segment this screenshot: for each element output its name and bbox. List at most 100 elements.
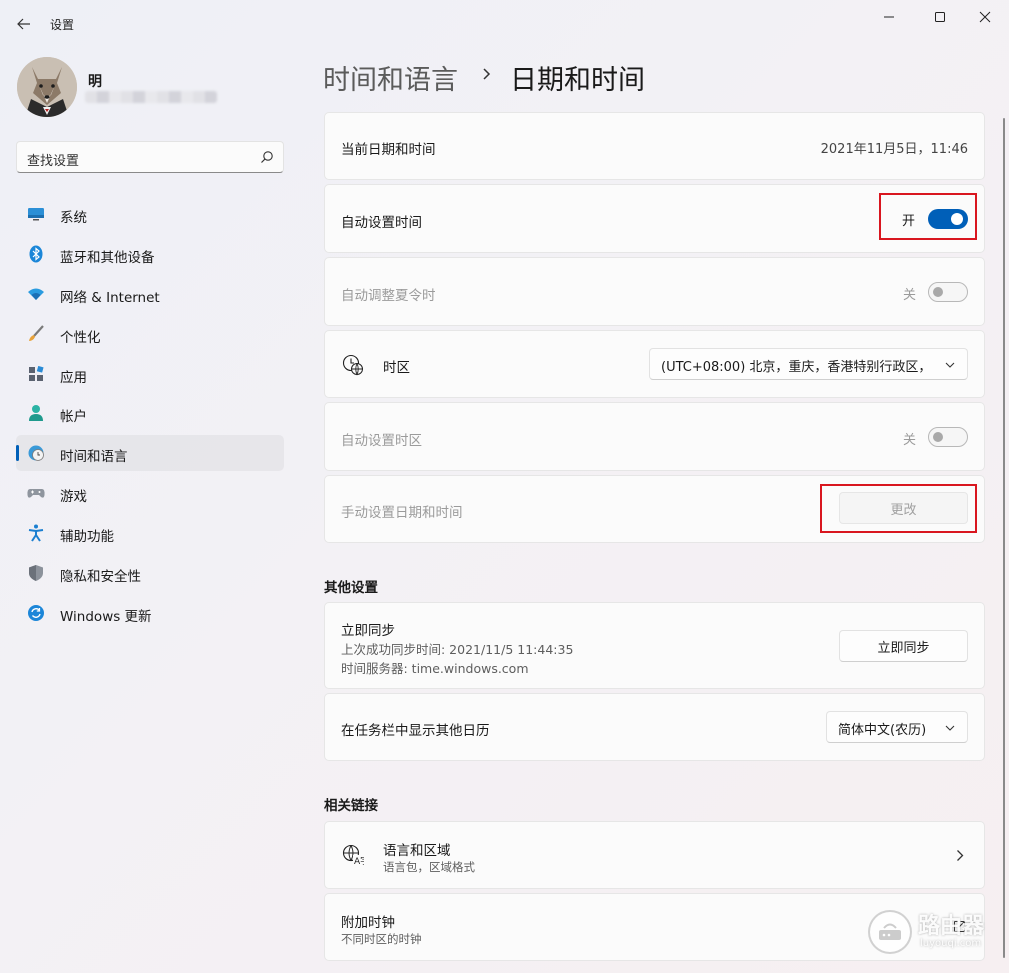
- extra-clocks-sub: 不同时区的时钟: [341, 932, 422, 946]
- gamepad-icon: [27, 484, 45, 502]
- update-icon: [27, 604, 45, 622]
- user-email-blurred: [85, 91, 217, 103]
- page-title: 日期和时间: [510, 65, 645, 96]
- calendar-card: 在任务栏中显示其他日历 简体中文(农历): [324, 693, 985, 761]
- current-datetime-label: 当前日期和时间: [341, 142, 436, 158]
- time-server-text: 时间服务器: time.windows.com: [341, 661, 529, 676]
- calendar-dropdown[interactable]: 简体中文(农历): [826, 711, 968, 743]
- sidebar-item-accounts[interactable]: 帐户: [16, 395, 284, 431]
- app-title: 设置: [50, 18, 75, 32]
- auto-timezone-toggle[interactable]: [928, 427, 968, 447]
- sidebar-item-label: 蓝牙和其他设备: [60, 250, 155, 266]
- maximize-button[interactable]: [918, 6, 962, 28]
- sidebar-item-label: 个性化: [60, 330, 101, 346]
- apps-icon: [27, 365, 45, 383]
- auto-timezone-state: 关: [903, 433, 917, 448]
- watermark-logo: 路由器 luyouqi.com: [868, 906, 996, 956]
- auto-dst-card: 自动调整夏令时 关: [324, 257, 985, 326]
- close-button[interactable]: [963, 6, 1007, 28]
- sidebar-item-label: Windows 更新: [60, 609, 152, 625]
- chevron-down-icon: [945, 725, 955, 731]
- watermark-title: 路由器: [918, 914, 985, 939]
- watermark-url: luyouqi.com: [920, 938, 982, 949]
- search-icon[interactable]: [260, 150, 274, 164]
- minimize-icon: [884, 16, 894, 18]
- sidebar-item-windows-update[interactable]: Windows 更新: [16, 595, 284, 631]
- svg-text:A字: A字: [354, 855, 364, 866]
- sync-card: 立即同步 上次成功同步时间: 2021/11/5 11:44:35 时间服务器:…: [324, 602, 985, 689]
- search-input[interactable]: 查找设置: [16, 141, 284, 173]
- auto-dst-toggle[interactable]: [928, 282, 968, 302]
- sidebar-item-apps[interactable]: 应用: [16, 356, 284, 392]
- calendar-value: 简体中文(农历): [838, 723, 927, 738]
- maximize-icon: [935, 12, 945, 22]
- active-indicator: [16, 445, 19, 461]
- chevron-right-icon: [957, 850, 964, 861]
- minimize-button[interactable]: [867, 6, 911, 28]
- last-sync-text: 上次成功同步时间: 2021/11/5 11:44:35: [341, 642, 574, 657]
- extra-clocks-label: 附加时钟: [341, 915, 395, 931]
- sidebar-item-bluetooth[interactable]: 蓝牙和其他设备: [16, 236, 284, 272]
- calendar-label: 在任务栏中显示其他日历: [341, 723, 490, 739]
- monitor-icon: [27, 205, 45, 223]
- language-region-sub: 语言包，区域格式: [383, 860, 475, 874]
- avatar[interactable]: [17, 57, 77, 117]
- sync-label: 立即同步: [341, 623, 395, 639]
- sidebar-item-label: 辅助功能: [60, 529, 114, 545]
- sidebar-item-label: 系统: [60, 210, 87, 226]
- close-icon: [979, 11, 991, 23]
- timezone-globe-icon: [342, 354, 364, 376]
- user-name: 明: [88, 74, 102, 90]
- breadcrumb-parent[interactable]: 时间和语言: [323, 58, 458, 97]
- manual-datetime-label: 手动设置日期和时间: [341, 505, 463, 521]
- related-links-title: 相关链接: [324, 798, 378, 814]
- language-region-label: 语言和区域: [383, 843, 451, 859]
- chevron-right-icon: [483, 68, 491, 80]
- search-placeholder: 查找设置: [27, 154, 80, 169]
- timezone-label: 时区: [383, 360, 410, 376]
- sidebar-item-label: 应用: [60, 370, 87, 386]
- sidebar-item-time-language[interactable]: 时间和语言: [16, 435, 284, 471]
- wolf-avatar-icon: [17, 57, 77, 117]
- sidebar-item-label: 游戏: [60, 489, 87, 505]
- current-datetime-value: 2021年11月5日，11:46: [820, 142, 968, 157]
- sidebar-item-label: 帐户: [60, 409, 87, 425]
- current-datetime-card: 当前日期和时间 2021年11月5日，11:46: [324, 112, 985, 180]
- other-settings-title: 其他设置: [324, 580, 378, 596]
- language-region-link[interactable]: A字 语言和区域 语言包，区域格式: [324, 821, 985, 889]
- sidebar-item-label: 网络 & Internet: [60, 290, 160, 306]
- sidebar-item-accessibility[interactable]: 辅助功能: [16, 515, 284, 551]
- accessibility-icon: [27, 524, 45, 542]
- bluetooth-icon: [27, 245, 45, 263]
- chevron-down-icon: [945, 362, 955, 368]
- scrollbar[interactable]: [1003, 118, 1005, 958]
- highlight-box-auto-time: [879, 193, 977, 240]
- language-icon: A字: [342, 844, 369, 867]
- highlight-box-change: [820, 484, 977, 533]
- sidebar-item-label: 时间和语言: [60, 449, 128, 465]
- person-icon: [27, 404, 45, 422]
- auto-dst-label: 自动调整夏令时: [341, 288, 436, 304]
- brush-icon: [27, 325, 45, 343]
- sidebar-item-system[interactable]: 系统: [16, 196, 284, 232]
- globe-clock-icon: [27, 444, 45, 462]
- sync-now-button[interactable]: 立即同步: [839, 630, 968, 662]
- timezone-card: 时区 (UTC+08:00) 北京，重庆，香港特别行政区，: [324, 330, 985, 398]
- timezone-dropdown[interactable]: (UTC+08:00) 北京，重庆，香港特别行政区，: [649, 348, 968, 380]
- wifi-icon: [27, 285, 45, 303]
- auto-timezone-label: 自动设置时区: [341, 433, 422, 449]
- sidebar-item-personalization[interactable]: 个性化: [16, 316, 284, 352]
- sidebar-item-label: 隐私和安全性: [60, 569, 141, 585]
- auto-timezone-card: 自动设置时区 关: [324, 402, 985, 471]
- timezone-value: (UTC+08:00) 北京，重庆，香港特别行政区，: [661, 360, 932, 375]
- shield-icon: [27, 564, 45, 582]
- back-button[interactable]: [10, 10, 38, 38]
- router-logo-icon: [868, 910, 912, 954]
- title-bar: 设置: [0, 0, 1009, 46]
- sidebar-item-privacy[interactable]: 隐私和安全性: [16, 555, 284, 591]
- sidebar-item-network[interactable]: 网络 & Internet: [16, 276, 284, 312]
- auto-time-label: 自动设置时间: [341, 215, 422, 231]
- back-arrow-icon: [17, 18, 30, 30]
- auto-dst-state: 关: [903, 288, 917, 303]
- sidebar-item-gaming[interactable]: 游戏: [16, 475, 284, 511]
